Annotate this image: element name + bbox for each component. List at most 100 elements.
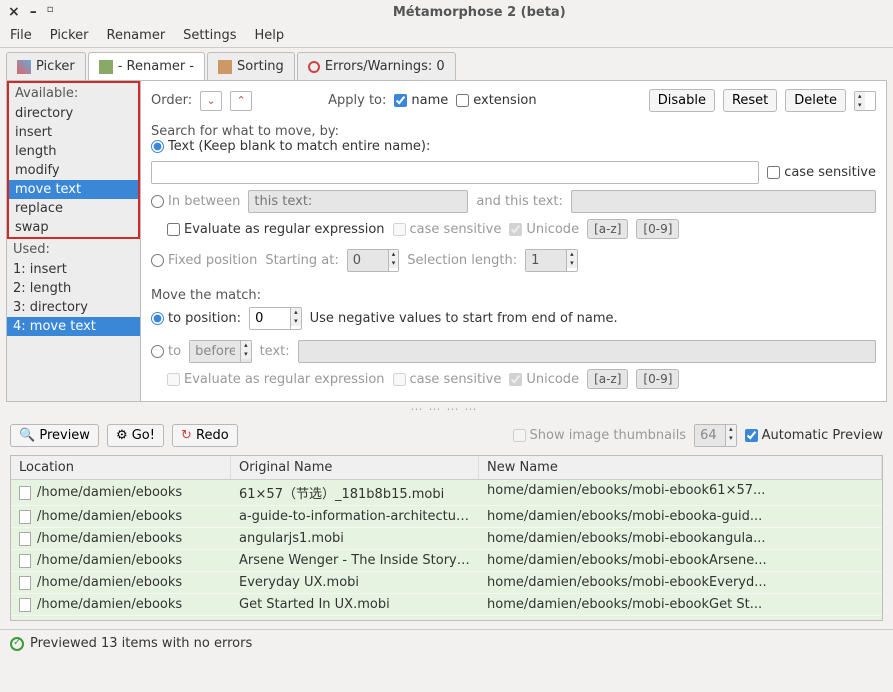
menu-renamer[interactable]: Renamer bbox=[107, 28, 166, 43]
sidebar: Available: directoryinsertlengthmodifymo… bbox=[7, 81, 141, 401]
file-icon bbox=[19, 510, 31, 524]
reset-button[interactable]: Reset bbox=[723, 89, 777, 112]
go-button[interactable]: ⚙ Go! bbox=[107, 424, 164, 447]
search-text-radio[interactable]: Text (Keep blank to match entire name): bbox=[151, 139, 430, 154]
redo-button[interactable]: ↻ Redo bbox=[172, 424, 238, 447]
preview-button[interactable]: 🔍 Preview bbox=[10, 424, 99, 447]
case-sensitive-checkbox[interactable]: case sensitive bbox=[767, 165, 876, 180]
auto-preview-checkbox[interactable]: Automatic Preview bbox=[745, 428, 883, 443]
apply-extension-checkbox[interactable]: extension bbox=[456, 93, 536, 108]
header-original[interactable]: Original Name bbox=[231, 456, 479, 479]
eval-regex-2-checkbox[interactable]: Evaluate as regular expression bbox=[167, 372, 385, 387]
file-icon bbox=[19, 532, 31, 546]
used-item[interactable]: 4: move text bbox=[7, 317, 140, 336]
available-item[interactable]: insert bbox=[9, 123, 138, 142]
available-item[interactable]: replace bbox=[9, 199, 138, 218]
maximize-icon[interactable]: ▫ bbox=[47, 4, 54, 20]
tab-renamer[interactable]: - Renamer - bbox=[88, 52, 205, 80]
menu-help[interactable]: Help bbox=[255, 28, 285, 43]
available-item[interactable]: swap bbox=[9, 218, 138, 237]
inbetween-end-input[interactable] bbox=[571, 190, 876, 213]
used-item[interactable]: 1: insert bbox=[7, 260, 140, 279]
apply-name-checkbox[interactable]: name bbox=[394, 93, 448, 108]
delete-button[interactable]: Delete bbox=[785, 89, 846, 112]
apply-to-label: Apply to: bbox=[328, 93, 386, 108]
close-icon[interactable]: × bbox=[8, 4, 20, 20]
table-header: Location Original Name New Name bbox=[11, 456, 882, 480]
available-item[interactable]: move text bbox=[9, 180, 138, 199]
sorting-icon bbox=[218, 60, 232, 74]
selection-length-spinner[interactable]: ▴▾ bbox=[525, 249, 578, 272]
file-icon bbox=[19, 598, 31, 612]
available-item[interactable]: modify bbox=[9, 161, 138, 180]
tab-sorting[interactable]: Sorting bbox=[207, 52, 295, 80]
table-row[interactable]: /home/damien/ebooksArsene Wenger - The I… bbox=[11, 550, 882, 572]
eval-regex-checkbox[interactable]: Evaluate as regular expression bbox=[167, 222, 385, 237]
split-handle[interactable]: ⋯⋯⋯⋯ bbox=[0, 402, 893, 416]
thumb-size-spinner[interactable]: ▴▾ bbox=[694, 424, 737, 447]
go-icon: ⚙ bbox=[116, 428, 128, 443]
available-label: Available: bbox=[9, 83, 138, 104]
az-2-button[interactable]: [a-z] bbox=[587, 369, 628, 389]
table-row[interactable]: /home/damien/ebooksEveryday UX.mobihome/… bbox=[11, 572, 882, 594]
unicode-checkbox[interactable]: Unicode bbox=[509, 222, 579, 237]
preview-toolbar: 🔍 Preview ⚙ Go! ↻ Redo Show image thumbn… bbox=[0, 416, 893, 455]
inbetween-start-input[interactable] bbox=[248, 190, 468, 213]
menu-file[interactable]: File bbox=[10, 28, 32, 43]
search-text-input[interactable] bbox=[151, 161, 759, 184]
header-location[interactable]: Location bbox=[11, 456, 231, 479]
move-down-button[interactable]: ⌄ bbox=[200, 91, 222, 111]
inbetween-radio[interactable]: In between bbox=[151, 194, 240, 209]
and-this-text-label: and this text: bbox=[476, 194, 562, 209]
used-item[interactable]: 3: directory bbox=[7, 298, 140, 317]
table-row[interactable]: /home/damien/ebooksangularjs1.mobihome/d… bbox=[11, 528, 882, 550]
to-position-radio[interactable]: to position: bbox=[151, 311, 241, 326]
position-hint: Use negative values to start from end of… bbox=[310, 311, 618, 326]
menu-picker[interactable]: Picker bbox=[50, 28, 89, 43]
case-sensitive-2-checkbox[interactable]: case sensitive bbox=[393, 222, 502, 237]
table-row[interactable]: /home/damien/ebooksGet Started In UX.mob… bbox=[11, 594, 882, 616]
menu-settings[interactable]: Settings bbox=[183, 28, 236, 43]
nums-button[interactable]: [0-9] bbox=[636, 219, 679, 239]
available-operations-box: Available: directoryinsertlengthmodifymo… bbox=[7, 81, 140, 239]
window-title: Métamorphose 2 (beta) bbox=[74, 5, 885, 20]
position-spinner[interactable]: ▴▾ bbox=[249, 307, 302, 330]
move-up-button[interactable]: ⌃ bbox=[230, 91, 252, 111]
starting-at-spinner[interactable]: ▴▾ bbox=[347, 249, 400, 272]
table-row[interactable]: /home/damien/ebooksIn The Plex - Stevhen… bbox=[11, 616, 882, 620]
fixed-position-radio[interactable]: Fixed position bbox=[151, 253, 257, 268]
show-thumbs-checkbox[interactable]: Show image thumbnails bbox=[513, 428, 687, 443]
table-row[interactable]: /home/damien/ebooksa-guide-to-informatio… bbox=[11, 506, 882, 528]
disable-button[interactable]: Disable bbox=[649, 89, 715, 112]
tab-errors[interactable]: Errors/Warnings: 0 bbox=[297, 52, 456, 80]
case-sensitive-3-checkbox[interactable]: case sensitive bbox=[393, 372, 502, 387]
redo-icon: ↻ bbox=[181, 428, 192, 443]
tab-picker[interactable]: Picker bbox=[6, 52, 86, 80]
unicode-2-checkbox[interactable]: Unicode bbox=[509, 372, 579, 387]
status-text: Previewed 13 items with no errors bbox=[30, 636, 252, 651]
available-item[interactable]: length bbox=[9, 142, 138, 161]
to-text-radio[interactable]: to bbox=[151, 344, 181, 359]
preview-icon: 🔍 bbox=[19, 428, 35, 443]
to-text-input[interactable] bbox=[298, 340, 876, 363]
main-panel: Available: directoryinsertlengthmodifymo… bbox=[6, 80, 887, 402]
nums-2-button[interactable]: [0-9] bbox=[636, 369, 679, 389]
before-after-select[interactable]: ▴▾ bbox=[189, 340, 252, 363]
table-row[interactable]: /home/damien/ebooks61×57（节选）_181b8b15.mo… bbox=[11, 480, 882, 506]
renamer-icon bbox=[99, 60, 113, 74]
available-item[interactable]: directory bbox=[9, 104, 138, 123]
search-heading: Search for what to move, by: bbox=[151, 124, 876, 139]
selection-length-label: Selection length: bbox=[407, 253, 517, 268]
minimize-icon[interactable]: – bbox=[30, 4, 37, 20]
config-panel: Order: ⌄ ⌃ Apply to: name extension Disa… bbox=[141, 81, 886, 401]
used-item[interactable]: 2: length bbox=[7, 279, 140, 298]
az-button[interactable]: [a-z] bbox=[587, 219, 628, 239]
file-icon bbox=[19, 620, 31, 621]
used-operations-box: Used: 1: insert2: length3: directory4: m… bbox=[7, 239, 140, 401]
op-index-spinner[interactable]: ▴▾ bbox=[854, 91, 876, 111]
header-newname[interactable]: New Name bbox=[479, 456, 882, 479]
results-table: Location Original Name New Name /home/da… bbox=[10, 455, 883, 621]
status-ok-icon bbox=[10, 637, 24, 651]
text-label: text: bbox=[260, 344, 290, 359]
move-heading: Move the match: bbox=[151, 288, 876, 303]
